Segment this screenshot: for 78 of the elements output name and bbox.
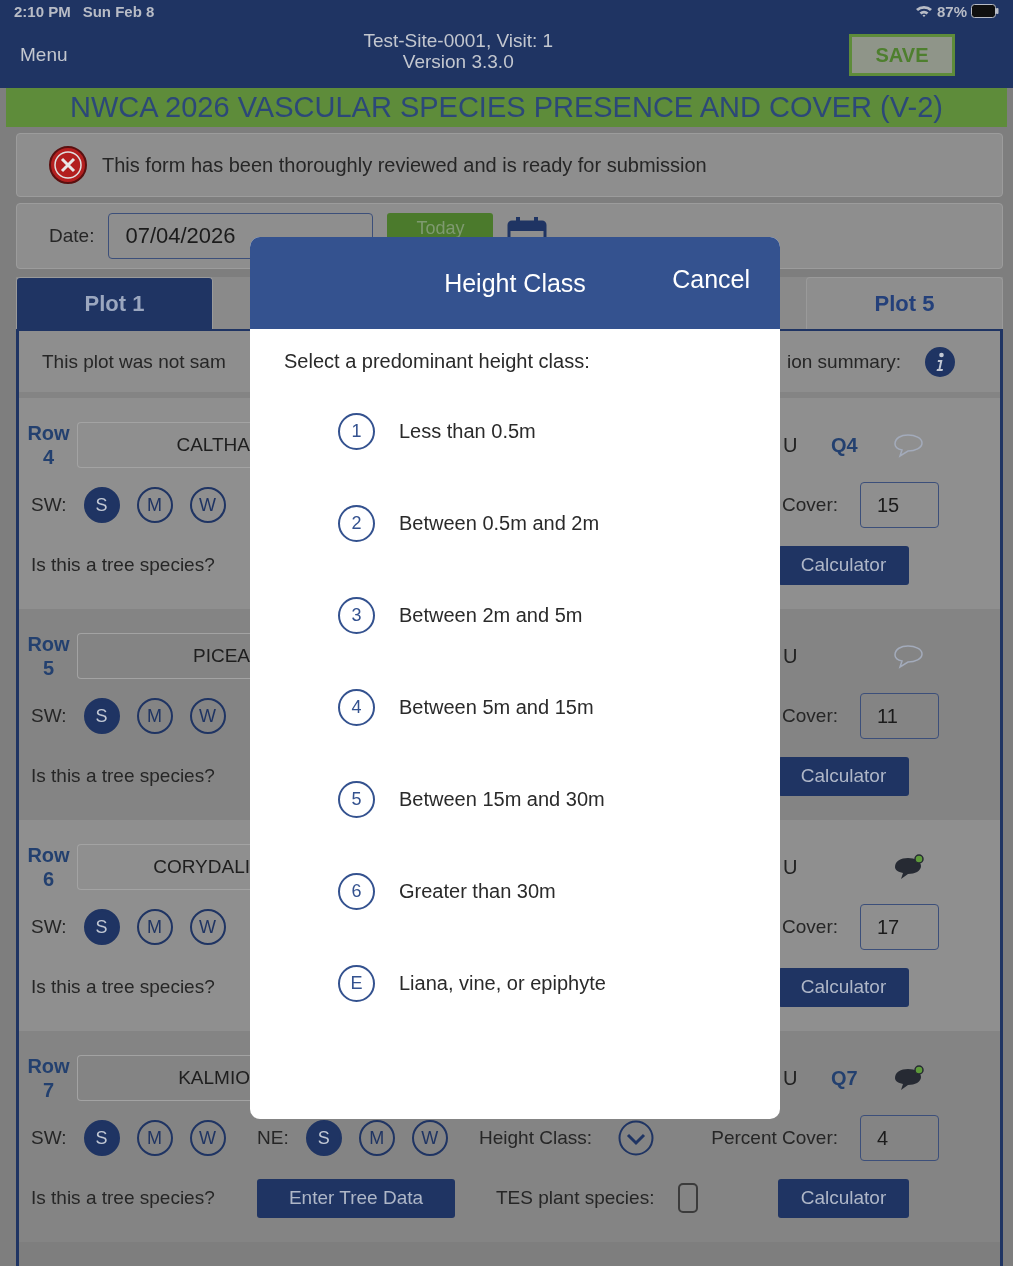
battery-level: 87% (936, 2, 967, 20)
dialog-prompt: Select a predominant height class: (284, 350, 591, 373)
height-option[interactable]: 4 Between 5m and 15m (338, 661, 780, 753)
quadrant-label: Q4 (831, 433, 859, 457)
option-button[interactable]: S (83, 1120, 120, 1156)
height-option[interactable]: 1 Less than 0.5m (338, 385, 780, 477)
height-option[interactable]: 3 Between 2m and 5m (338, 569, 780, 661)
unknown-label: U (783, 644, 799, 668)
row-label: Row 7 (26, 1054, 71, 1102)
dialog-title: Height Class (444, 268, 586, 298)
battery-icon (971, 4, 999, 18)
option-button[interactable]: S (83, 487, 120, 523)
plot-tab[interactable]: Plot 5 (806, 277, 1003, 329)
date-label: Date: (49, 225, 95, 247)
cover-field[interactable]: 11 (860, 693, 939, 739)
plot-tab[interactable]: Plot 1 (16, 277, 213, 329)
option-button[interactable]: S (305, 1120, 342, 1156)
height-option[interactable]: 5 Between 15m and 30m (338, 753, 780, 845)
option-button[interactable]: W (189, 698, 226, 734)
row-label: Row 4 (26, 421, 71, 469)
wifi-icon (914, 4, 933, 18)
field-label: SW: (31, 705, 67, 727)
height-option[interactable]: E Liana, vine, or epiphyte (338, 937, 780, 1029)
comment-filled-icon[interactable] (893, 854, 925, 880)
cover-label: Cover: (781, 916, 838, 938)
cover-label: Percent Cover: (710, 1127, 838, 1149)
option-button[interactable]: M (136, 1120, 173, 1156)
field-label: Height Class: (479, 1127, 592, 1149)
field-label: SW: (31, 916, 67, 938)
tes-checkbox[interactable] (678, 1183, 698, 1213)
calculator-button[interactable]: Calculator (778, 545, 909, 585)
row-label: Row 6 (26, 843, 71, 891)
calculator-button[interactable]: Calculator (778, 756, 909, 796)
tree-question: Is this a tree species? (31, 554, 216, 576)
height-option[interactable]: 2 Between 0.5m and 2m (338, 477, 780, 569)
status-date: Sun Feb 8 (82, 2, 155, 20)
info-icon[interactable] (925, 346, 955, 377)
status-time: 2:10 PM (14, 2, 71, 20)
cover-field[interactable]: 15 (860, 482, 939, 528)
option-button[interactable]: W (189, 487, 226, 523)
option-button[interactable]: M (136, 698, 173, 734)
height-option[interactable]: 6 Greater than 30m (338, 845, 780, 937)
option-button[interactable]: M (136, 487, 173, 523)
tree-question: Is this a tree species? (31, 765, 216, 787)
quadrant-label: Q7 (831, 1066, 859, 1090)
version-text: Version 3.3.0 (402, 51, 514, 72)
unknown-label: U (783, 1066, 799, 1090)
field-label: SW: (31, 494, 67, 516)
unknown-label: U (783, 855, 799, 879)
option-button[interactable]: M (136, 909, 173, 945)
row-label: Row 5 (26, 632, 71, 680)
tree-question: Is this a tree species? (31, 1187, 216, 1209)
enter-tree-data-button[interactable]: Enter Tree Data (257, 1178, 455, 1218)
tes-label: TES plant species: (496, 1187, 655, 1209)
error-icon[interactable] (48, 145, 88, 185)
dropdown-icon[interactable] (618, 1120, 654, 1156)
menu-link[interactable]: Menu (20, 44, 68, 66)
option-button[interactable]: S (83, 698, 120, 734)
cover-field[interactable]: 4 (860, 1115, 939, 1161)
plot-note: This plot was not sam (42, 350, 226, 373)
review-text: This form has been thoroughly reviewed and is ready for submission (102, 153, 707, 177)
field-label: NE: (257, 1127, 289, 1149)
cancel-button[interactable]: Cancel (672, 265, 750, 294)
comment-filled-icon[interactable] (893, 1065, 925, 1091)
site-title: Test-Site-0001, Visit: 1 (363, 30, 554, 51)
option-button[interactable]: W (189, 1120, 226, 1156)
cover-label: Cover: (781, 705, 838, 727)
calculator-button[interactable]: Calculator (778, 967, 909, 1007)
calculator-button[interactable]: Calculator (778, 1178, 909, 1218)
summary-label: ion summary: (786, 350, 901, 373)
form-title: NWCA 2026 VASCULAR SPECIES PRESENCE AND COVER (V-2) (6, 88, 1007, 127)
tree-question: Is this a tree species? (31, 976, 216, 998)
unknown-label: U (783, 433, 799, 457)
option-button[interactable]: S (83, 909, 120, 945)
cover-label: Cover: (781, 494, 838, 516)
field-label: SW: (31, 1127, 67, 1149)
cover-field[interactable]: 17 (860, 904, 939, 950)
option-button[interactable]: W (189, 909, 226, 945)
